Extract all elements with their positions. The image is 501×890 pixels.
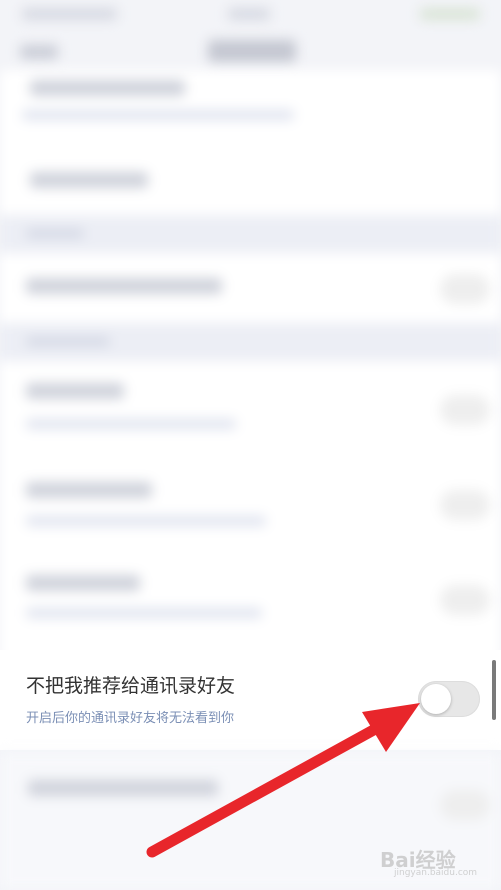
watermark-subtext: jingyan.baidu.com — [394, 868, 478, 878]
watermark: Bai经验 jingyan.baidu.com — [380, 838, 498, 882]
row-subtitle — [26, 419, 236, 429]
row-subtitle — [26, 516, 266, 526]
toggle-switch[interactable] — [440, 790, 490, 820]
row-title — [30, 172, 148, 188]
recommend-setting-subtitle: 开启后你的通讯录好友将无法看到你 — [26, 711, 235, 726]
section-label — [26, 229, 84, 238]
row-title — [26, 278, 222, 294]
settings-row[interactable] — [0, 361, 501, 456]
status-bar-left — [22, 8, 117, 20]
scrollbar[interactable] — [492, 660, 496, 720]
row-title — [28, 780, 218, 796]
toggle-switch[interactable] — [440, 490, 490, 520]
row-subtitle — [22, 110, 294, 120]
row-title — [26, 482, 152, 498]
row-subtitle — [26, 608, 262, 618]
toggle-knob — [421, 684, 451, 714]
blurred-settings-list — [0, 0, 501, 661]
row-title — [26, 383, 124, 399]
nav-title — [208, 40, 296, 62]
toggle-switch[interactable] — [440, 274, 490, 304]
recommend-setting-title: 不把我推荐给通讯录好友 — [26, 675, 236, 697]
toggle-switch[interactable] — [440, 585, 490, 615]
settings-row[interactable] — [0, 456, 501, 551]
toggle-switch[interactable] — [440, 395, 490, 425]
back-button[interactable] — [20, 45, 58, 59]
recommend-toggle-switch[interactable] — [418, 681, 480, 717]
section-label — [26, 337, 110, 346]
row-title — [30, 80, 185, 96]
row-title — [26, 575, 140, 591]
settings-row[interactable] — [0, 551, 501, 661]
status-bar-right — [420, 8, 480, 20]
status-bar-time — [228, 8, 270, 20]
